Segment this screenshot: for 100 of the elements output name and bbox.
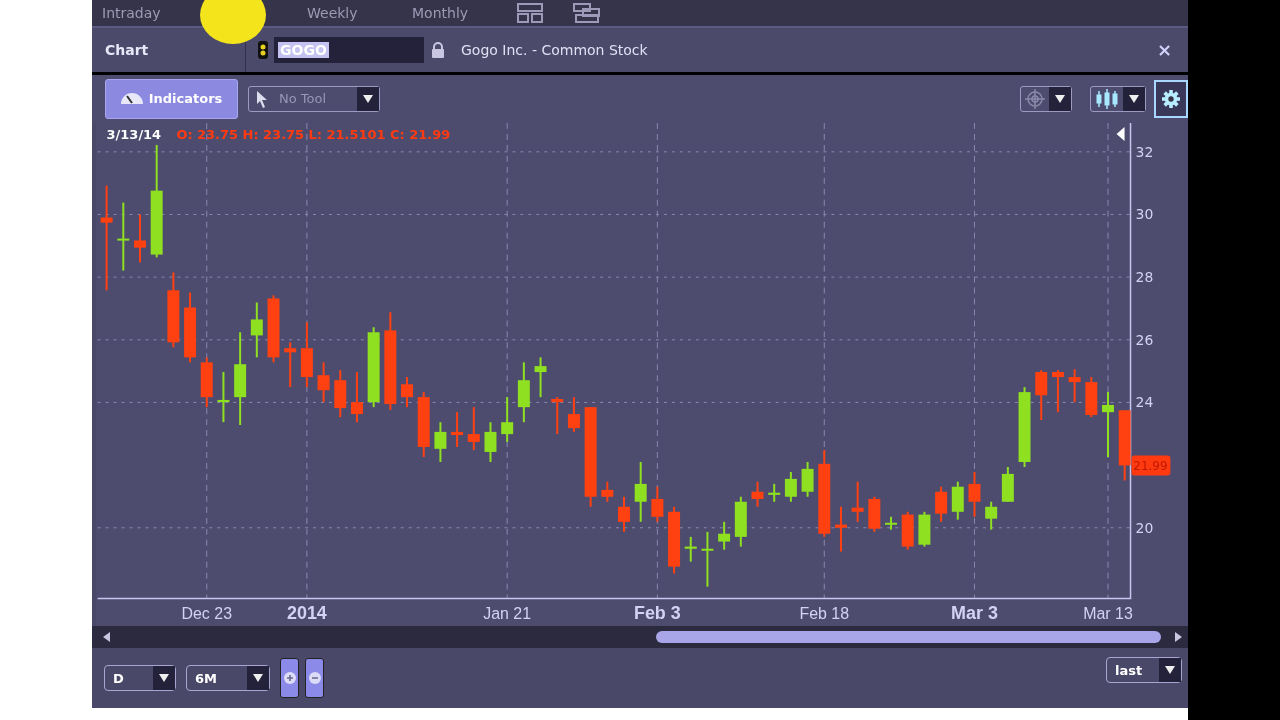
price-label: 20: [1135, 519, 1154, 536]
caret-icon: [1129, 94, 1139, 103]
left-arrow-icon[interactable]: [102, 632, 112, 643]
caret-icon: [1055, 94, 1065, 103]
candlestick: [985, 500, 998, 531]
settings-button[interactable]: [1154, 79, 1188, 118]
status-light-icon: [258, 40, 268, 59]
price-label: 32: [1135, 143, 1154, 160]
date-label: Feb 3: [633, 602, 681, 623]
candlestick: [851, 480, 864, 523]
date-label: Dec 23: [181, 604, 232, 622]
candlestick: [200, 356, 213, 408]
candlestick: [801, 460, 814, 498]
candlestick: [517, 361, 530, 423]
candlestick: [467, 405, 480, 451]
crosshair-dropdown[interactable]: [1020, 85, 1072, 112]
crosshair-icon: [1025, 88, 1045, 109]
date-label: 2014: [286, 602, 327, 623]
candlestick: [784, 470, 797, 503]
indicators-button[interactable]: Indicators: [105, 78, 238, 119]
tab[interactable]: Weekly: [307, 4, 412, 21]
date-label: Jan 21: [483, 604, 532, 622]
candlestick: [317, 361, 330, 403]
candlestick: [618, 495, 630, 533]
price-field-dropdown[interactable]: last: [1106, 657, 1182, 684]
candlestick: [300, 321, 313, 388]
candlestick: [351, 370, 363, 423]
price-label: 30: [1135, 206, 1154, 223]
candlestick: [501, 395, 514, 443]
last-price-tag: 21.99: [1131, 455, 1171, 476]
candlestick: [968, 470, 981, 518]
candlestick: [534, 356, 547, 398]
candlestick: [134, 213, 146, 264]
candlestick: [634, 460, 647, 523]
candlestick-icon: [1095, 88, 1119, 109]
layout-icon[interactable]: [517, 2, 543, 23]
right-arrow-icon[interactable]: [1173, 632, 1183, 643]
candlestick: [451, 410, 464, 448]
candlestick: [684, 535, 697, 563]
candlestick: [734, 495, 747, 548]
candlestick: [835, 505, 847, 553]
caret-icon: [159, 674, 169, 683]
caret-icon: [363, 94, 373, 103]
candlestick: [1001, 465, 1014, 503]
scrollbar-thumb[interactable]: [656, 631, 1161, 644]
candlestick: [551, 395, 564, 435]
close-button[interactable]: ×: [1150, 38, 1178, 62]
date-label: Mar 13: [1083, 604, 1133, 622]
candlestick: [768, 482, 781, 503]
candlestick: [885, 515, 897, 531]
candlestick: [868, 495, 881, 533]
bar-date: 3/13/14: [106, 126, 162, 142]
candlestick: [935, 485, 948, 523]
interval-dropdown[interactable]: D: [104, 665, 176, 692]
candlestick: [1102, 390, 1114, 458]
candlestick: [901, 510, 914, 551]
candlestick: [1068, 368, 1081, 403]
candlestick: [651, 485, 664, 523]
pointer-icon: [255, 89, 269, 108]
date-label: Mar 3: [951, 602, 998, 623]
price-label: 26: [1135, 331, 1154, 348]
caret-icon: [1165, 666, 1175, 675]
zoom-in-button[interactable]: [280, 658, 299, 699]
candlestick: [701, 530, 714, 588]
panel-title: Chart: [104, 41, 150, 58]
settings-icon: [1162, 88, 1180, 109]
zoom-in-icon: [282, 671, 297, 686]
gauge-icon: [120, 93, 143, 105]
candlestick: [267, 294, 280, 364]
tab[interactable]: Intraday: [102, 4, 307, 21]
company-name: Gogo Inc. - Common Stock: [461, 41, 648, 58]
candlestick: [401, 375, 413, 408]
tab[interactable]: Monthly: [412, 4, 517, 21]
candlestick: [250, 301, 263, 359]
caret-icon: [253, 674, 263, 683]
candlestick: [434, 420, 447, 463]
chart-type-dropdown[interactable]: [1090, 85, 1146, 112]
candlestick: [668, 505, 681, 575]
candlestick: [718, 520, 731, 551]
windows-icon[interactable]: [573, 2, 601, 23]
zoom-out-button[interactable]: [305, 658, 324, 699]
candlestick: [1085, 375, 1098, 418]
candlestick: [217, 370, 230, 423]
candlestick: [334, 368, 347, 418]
candlestick: [417, 390, 430, 458]
price-label: 28: [1135, 268, 1154, 285]
scrollbar[interactable]: [92, 626, 1188, 649]
candlestick: [951, 480, 964, 521]
lock-icon: [431, 41, 445, 58]
marker-arrow-icon: [1116, 126, 1125, 141]
range-dropdown[interactable]: 6M: [186, 665, 270, 692]
candlestick: [284, 341, 297, 388]
candlestick: [1035, 368, 1048, 421]
zoom-out-icon: [307, 671, 322, 686]
candlestick: [601, 480, 614, 503]
price-label: 24: [1135, 394, 1154, 411]
candlestick: [751, 480, 764, 508]
candlestick: [484, 420, 497, 463]
candlestick: [918, 510, 931, 548]
date-label: Feb 18: [799, 604, 850, 622]
